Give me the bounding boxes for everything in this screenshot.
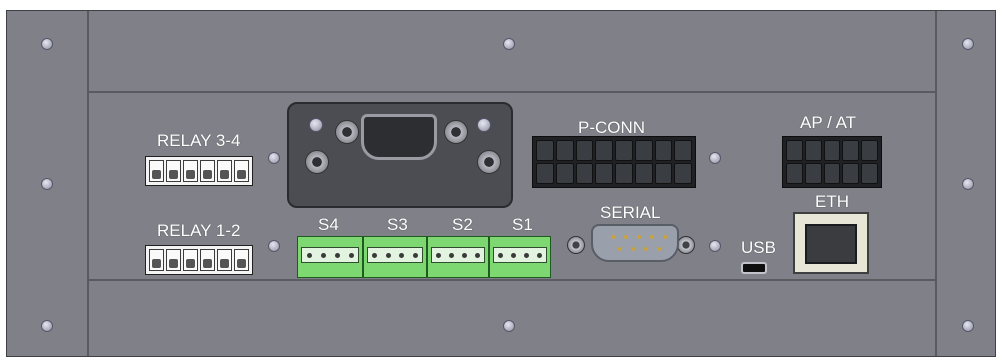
usb-port[interactable] bbox=[741, 262, 767, 274]
mount-screw bbox=[962, 320, 974, 332]
db9-connector[interactable] bbox=[361, 114, 437, 160]
mount-screw bbox=[962, 38, 974, 50]
relay-3-4-label: RELAY 3-4 bbox=[157, 131, 241, 150]
mount-screw bbox=[41, 320, 53, 332]
serial-label: SERIAL bbox=[600, 203, 661, 222]
module-screw bbox=[477, 118, 491, 132]
db9-module bbox=[287, 102, 513, 208]
relay-1-2-terminal[interactable] bbox=[145, 245, 253, 275]
mount-screw bbox=[503, 320, 515, 332]
panel-divider-right bbox=[935, 11, 937, 356]
p-conn-terminal[interactable] bbox=[532, 136, 696, 188]
panel-divider-bottom bbox=[88, 279, 935, 281]
module-standoff bbox=[477, 150, 501, 174]
usb-label: USB bbox=[741, 238, 776, 257]
mount-screw bbox=[41, 178, 53, 190]
s2-terminal[interactable] bbox=[427, 236, 489, 278]
s4-terminal[interactable] bbox=[297, 236, 363, 278]
s1-label: S1 bbox=[512, 215, 533, 234]
p-conn-label: P-CONN bbox=[578, 118, 646, 137]
serial-connector[interactable] bbox=[591, 224, 679, 262]
mount-screw bbox=[41, 38, 53, 50]
mount-screw bbox=[503, 38, 515, 50]
panel-divider-top bbox=[88, 91, 935, 93]
ap-at-terminal[interactable] bbox=[782, 136, 882, 188]
s2-label: S2 bbox=[452, 215, 473, 234]
relay-1-2-label: RELAY 1-2 bbox=[157, 221, 241, 240]
indicator-led bbox=[268, 240, 280, 252]
db9-standoff bbox=[444, 120, 468, 144]
serial-standoff bbox=[677, 236, 695, 254]
mount-screw bbox=[962, 178, 974, 190]
s1-terminal[interactable] bbox=[489, 236, 551, 278]
eth-jack bbox=[805, 224, 857, 264]
s3-label: S3 bbox=[387, 215, 408, 234]
eth-port[interactable] bbox=[793, 212, 869, 274]
indicator-led bbox=[709, 152, 721, 164]
module-standoff bbox=[305, 150, 329, 174]
indicator-led bbox=[268, 152, 280, 164]
indicator-led bbox=[709, 240, 721, 252]
serial-standoff bbox=[567, 236, 585, 254]
eth-label: ETH bbox=[815, 192, 849, 211]
panel-divider-left bbox=[87, 11, 89, 356]
relay-3-4-terminal[interactable] bbox=[145, 156, 253, 186]
module-screw bbox=[309, 118, 323, 132]
ap-at-label: AP / AT bbox=[800, 113, 857, 132]
db9-standoff bbox=[335, 120, 359, 144]
s4-label: S4 bbox=[318, 215, 339, 234]
s3-terminal[interactable] bbox=[363, 236, 427, 278]
